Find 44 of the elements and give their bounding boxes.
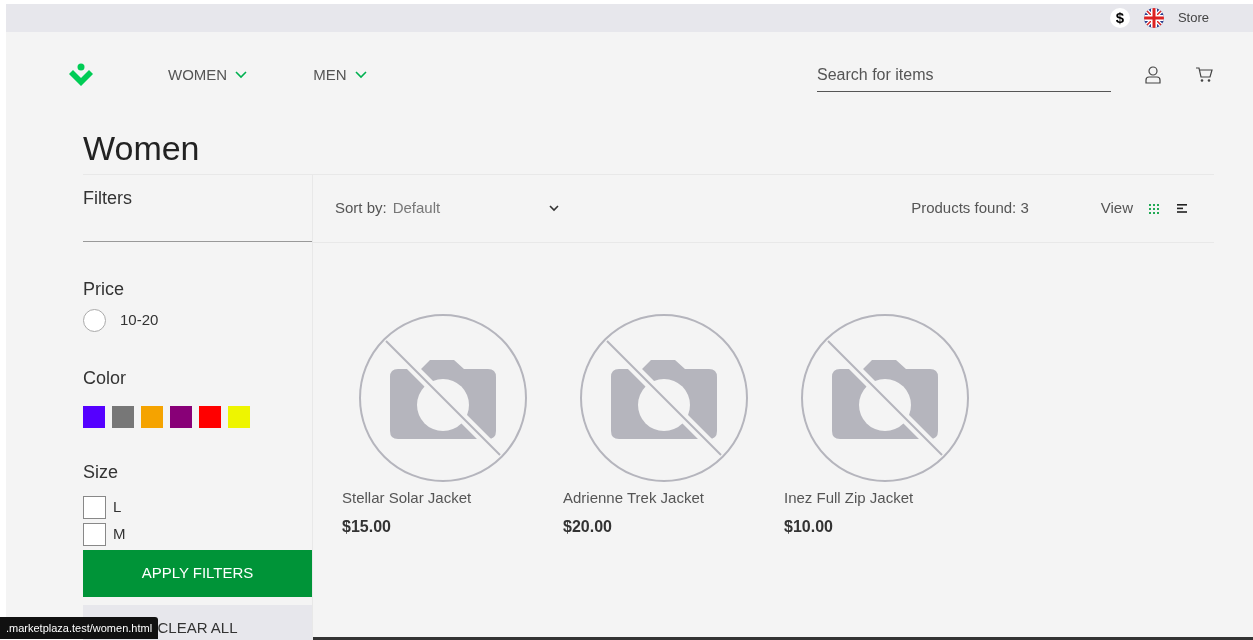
checkbox[interactable] (83, 522, 106, 546)
user-icon[interactable] (1145, 66, 1161, 84)
color-swatch[interactable] (228, 406, 250, 429)
no-image-icon (579, 313, 749, 483)
color-swatch[interactable] (170, 406, 192, 429)
logo-icon[interactable] (68, 63, 94, 87)
filters-heading: Filters (83, 175, 312, 242)
page-title: Women (82, 128, 201, 169)
product-price: $10.00 (784, 516, 834, 537)
currency-symbol[interactable]: $ (1109, 8, 1130, 28)
sort-dropdown[interactable]: Default (392, 197, 559, 220)
status-url-tooltip: .marketplaza.test/women.html (0, 616, 159, 639)
chevron-icon (235, 71, 248, 79)
cart-icon[interactable] (1195, 67, 1213, 83)
nav-menu[interactable]: MEN (313, 63, 367, 87)
sort-label: Sort by: (335, 198, 387, 219)
no-image-icon (800, 313, 970, 483)
color-swatch[interactable] (199, 406, 221, 429)
search-field[interactable]: Search for items (817, 58, 1111, 92)
product-price: $15.00 (342, 516, 392, 537)
option-label: M (113, 524, 126, 545)
chevron-icon (354, 71, 367, 79)
store-label[interactable]: Store (1177, 8, 1209, 28)
color-swatch[interactable] (83, 406, 105, 429)
option-label: 10-20 (120, 309, 159, 330)
product-name[interactable]: Stellar Solar Jacket (342, 487, 534, 510)
product-name[interactable]: Adrienne Trek Jacket (563, 487, 755, 510)
products-found: Products found: 3 (911, 198, 1029, 219)
checkbox[interactable] (83, 495, 106, 519)
filter-heading: Size (83, 462, 119, 484)
option-label: L (113, 497, 122, 518)
product-name[interactable]: Inez Full Zip Jacket (784, 487, 976, 510)
nav-menu[interactable]: WOMEN (168, 63, 248, 87)
view-label: View (1100, 198, 1133, 219)
filter-heading: Color (83, 367, 127, 390)
radio-button[interactable] (83, 308, 106, 332)
product-price: $20.00 (563, 516, 613, 537)
color-swatch[interactable] (112, 406, 134, 429)
color-swatch[interactable] (141, 406, 163, 429)
apply-filters-button[interactable]: APPLY FILTERS (83, 549, 312, 597)
flag-icon[interactable] (1143, 8, 1164, 28)
no-image-icon (358, 313, 528, 483)
caret-icon (548, 205, 559, 212)
filter-heading: Price (83, 279, 125, 301)
